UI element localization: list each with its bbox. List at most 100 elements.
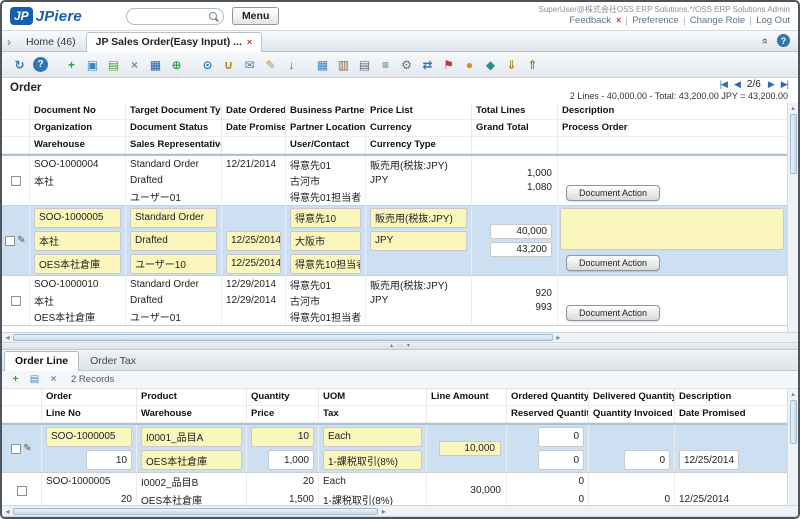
row-selector[interactable]: ✎ bbox=[2, 425, 42, 472]
menu-button[interactable]: Menu bbox=[232, 7, 279, 25]
splitter-grip-icon[interactable]: ⋯ bbox=[397, 343, 403, 349]
expand-sidebar-icon[interactable]: › bbox=[7, 35, 11, 49]
delete-line-icon[interactable]: × bbox=[46, 372, 61, 387]
order-record[interactable]: SOO-1000010本社OES本社倉庫Standard OrderDrafte… bbox=[2, 276, 787, 326]
save-create-icon[interactable]: ⊕ bbox=[167, 55, 186, 74]
window-help-icon[interactable]: ? bbox=[777, 34, 790, 47]
link-preference[interactable]: Preference bbox=[632, 15, 678, 27]
archive-icon[interactable]: ▥ bbox=[334, 55, 353, 74]
new-line-icon[interactable]: + bbox=[8, 372, 23, 387]
template-icon[interactable]: ▤ bbox=[104, 55, 123, 74]
row-selector[interactable] bbox=[2, 473, 42, 505]
description-cell[interactable] bbox=[560, 208, 784, 250]
tab-jp-sales-order[interactable]: JP Sales Order(Easy Input) ...× bbox=[86, 32, 263, 52]
horizontal-scrollbar-thumb[interactable] bbox=[13, 508, 378, 515]
cell-value[interactable]: 得意先10担当者 bbox=[290, 254, 361, 274]
requery-icon[interactable]: ↻ bbox=[10, 55, 29, 74]
cell-value[interactable]: 10 bbox=[251, 427, 314, 447]
search-input[interactable] bbox=[133, 11, 209, 22]
global-search[interactable] bbox=[126, 8, 224, 25]
collapse-all-icon[interactable]: » bbox=[759, 37, 771, 43]
cell-value[interactable]: 得意先10 bbox=[290, 208, 361, 228]
new-record-icon[interactable]: + bbox=[62, 55, 81, 74]
order-line-record[interactable]: SOO-100000520I0002_品目BOES本社倉庫201,500Each… bbox=[2, 473, 787, 505]
order-record[interactable]: SOO-1000004本社Standard OrderDraftedユーザー01… bbox=[2, 156, 787, 206]
document-action-button[interactable]: Document Action bbox=[566, 185, 660, 201]
grid-toggle-icon[interactable]: ▦ bbox=[313, 55, 332, 74]
cell-value[interactable]: 大阪市 bbox=[290, 231, 361, 251]
cell-value[interactable]: 12/25/2014 bbox=[226, 254, 281, 274]
cell-value[interactable]: Each bbox=[323, 427, 422, 447]
line-amount-value[interactable]: 10,000 bbox=[439, 441, 501, 456]
scroll-left-icon[interactable]: ◂ bbox=[3, 333, 12, 342]
vertical-scrollbar-thumb[interactable] bbox=[790, 400, 797, 444]
splitter-collapse-down-icon[interactable]: ▾ bbox=[407, 343, 410, 349]
scroll-left-icon[interactable]: ◂ bbox=[3, 507, 12, 516]
scroll-up-icon[interactable]: ▴ bbox=[791, 389, 795, 399]
chat-icon[interactable]: ✉ bbox=[240, 55, 259, 74]
scroll-up-icon[interactable]: ▴ bbox=[791, 103, 795, 113]
document-action-button[interactable]: Document Action bbox=[566, 255, 660, 271]
cell-value[interactable]: ユーザー10 bbox=[130, 254, 217, 274]
row-checkbox[interactable] bbox=[17, 486, 27, 496]
link-feedback[interactable]: Feedback bbox=[569, 15, 611, 27]
tab-order-tax[interactable]: Order Tax bbox=[79, 351, 147, 370]
product-info-icon[interactable]: ◆ bbox=[481, 55, 500, 74]
cell-value[interactable]: OES本社倉庫 bbox=[34, 254, 121, 274]
row-checkbox[interactable] bbox=[5, 236, 15, 246]
cell-value[interactable]: 販売用(税抜:JPY) bbox=[370, 208, 467, 228]
row-checkbox[interactable] bbox=[11, 444, 21, 454]
export-icon[interactable]: ⇓ bbox=[502, 55, 521, 74]
horizontal-scrollbar-thumb[interactable] bbox=[13, 334, 553, 341]
copy-record-icon[interactable]: ▣ bbox=[83, 55, 102, 74]
zoom-across-icon[interactable]: ⇄ bbox=[418, 55, 437, 74]
order-line-record[interactable]: ✎SOO-100000510I0001_品目AOES本社倉庫101,000Eac… bbox=[2, 425, 787, 473]
cell-value[interactable]: SOO-1000005 bbox=[34, 208, 121, 228]
requests-icon[interactable]: ● bbox=[460, 55, 479, 74]
row-selector[interactable] bbox=[2, 156, 30, 205]
cell-value[interactable]: 12/25/2014 bbox=[226, 231, 281, 251]
last-record-icon[interactable]: ▶| bbox=[781, 79, 788, 90]
tab-order-line[interactable]: Order Line bbox=[4, 351, 79, 371]
link-log-out[interactable]: Log Out bbox=[756, 15, 790, 27]
tab-home[interactable]: Home (46) bbox=[16, 32, 86, 51]
feedback-close-icon[interactable]: × bbox=[616, 15, 621, 27]
document-action-button[interactable]: Document Action bbox=[566, 305, 660, 321]
cell-value[interactable]: 本社 bbox=[34, 231, 121, 251]
cell-value[interactable]: Drafted bbox=[130, 231, 217, 251]
delete-record-icon[interactable]: × bbox=[125, 55, 144, 74]
memo-icon[interactable]: ✎ bbox=[261, 55, 280, 74]
search-icon[interactable] bbox=[209, 12, 217, 20]
splitter-collapse-up-icon[interactable]: ▴ bbox=[390, 343, 393, 349]
first-record-icon[interactable]: |◀ bbox=[720, 79, 727, 90]
row-selector[interactable] bbox=[2, 276, 30, 325]
cell-value[interactable]: I0001_品目A bbox=[141, 427, 242, 447]
scroll-right-icon[interactable]: ▸ bbox=[379, 507, 388, 516]
previous-record-icon[interactable]: ◀ bbox=[734, 79, 740, 90]
order-record[interactable]: ✎SOO-1000005 本社 OES本社倉庫 Standard Order Draft… bbox=[2, 206, 787, 276]
row-selector[interactable]: ✎ bbox=[2, 206, 30, 275]
active-workflows-icon[interactable]: ⚑ bbox=[439, 55, 458, 74]
next-record-icon[interactable]: ▶ bbox=[768, 79, 774, 90]
edit-line-icon[interactable]: ▤ bbox=[27, 372, 42, 387]
detail-record-icon[interactable]: ↓ bbox=[282, 55, 301, 74]
cell-value[interactable]: Standard Order bbox=[130, 208, 217, 228]
panel-splitter[interactable]: ▴ ⋯ ▾ bbox=[2, 343, 798, 350]
row-checkbox[interactable] bbox=[11, 296, 21, 306]
tab-close-icon[interactable]: × bbox=[247, 37, 252, 47]
cell-value[interactable]: JPY bbox=[370, 231, 467, 251]
help-icon[interactable]: ? bbox=[33, 57, 48, 72]
scroll-right-icon[interactable]: ▸ bbox=[554, 333, 563, 342]
row-checkbox[interactable] bbox=[11, 176, 21, 186]
import-file-icon[interactable]: ⇑ bbox=[523, 55, 542, 74]
link-change-role[interactable]: Change Role bbox=[690, 15, 745, 27]
save-record-icon[interactable]: ▦ bbox=[146, 55, 165, 74]
cell-value[interactable]: OES本社倉庫 bbox=[141, 450, 242, 470]
vertical-scrollbar-thumb[interactable] bbox=[790, 114, 797, 174]
workflow-icon[interactable]: ⚙ bbox=[397, 55, 416, 74]
find-icon[interactable]: ⊙ bbox=[198, 55, 217, 74]
attachment-icon[interactable]: ∪ bbox=[219, 55, 238, 74]
print-icon[interactable]: ▤ bbox=[355, 55, 374, 74]
cell-value[interactable]: 1-課税取引(8%) bbox=[323, 450, 422, 470]
cell-value[interactable]: SOO-1000005 bbox=[46, 427, 132, 447]
